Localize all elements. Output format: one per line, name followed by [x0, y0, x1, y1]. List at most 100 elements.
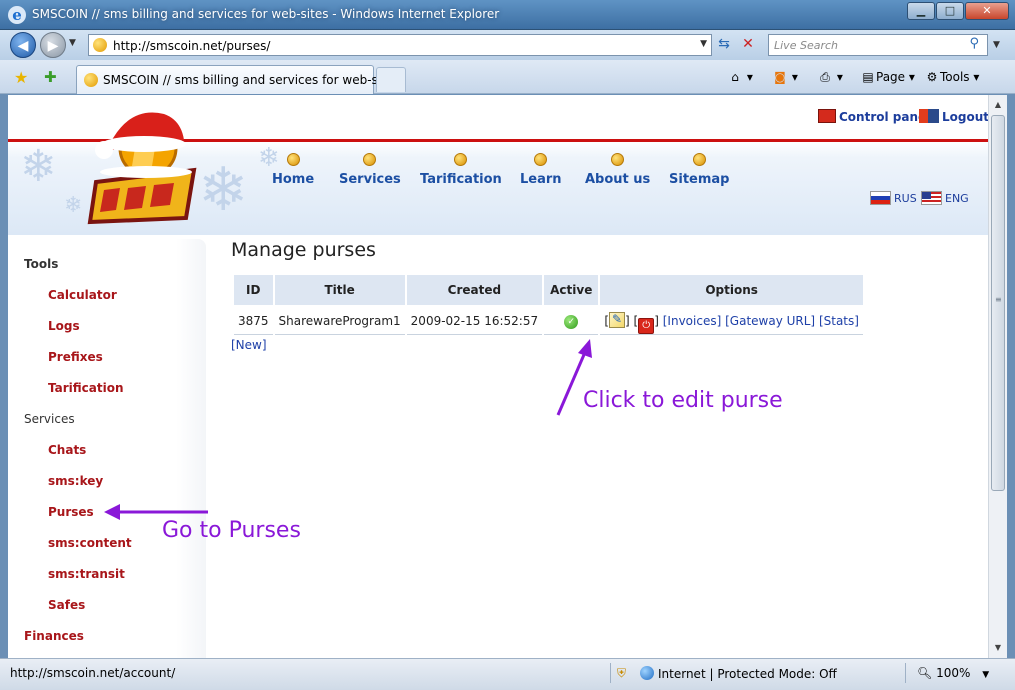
feeds-button[interactable]: ◙ ▾ — [772, 70, 798, 84]
nav-sitemap[interactable]: Sitemap — [669, 153, 729, 187]
nav-home[interactable]: Home — [272, 153, 314, 187]
tab-favicon-icon — [84, 73, 98, 87]
sidebar-item-tarification[interactable]: Tarification — [48, 381, 124, 395]
home-button[interactable]: ⌂ ▾ — [727, 70, 753, 84]
invoices-link[interactable]: [Invoices] — [663, 314, 722, 328]
sidebar-section-services: Services — [24, 412, 75, 426]
forward-button[interactable]: ▶ — [40, 32, 66, 58]
laptop-icon — [818, 109, 836, 123]
favorites-star-icon[interactable]: ★ — [14, 68, 28, 87]
edit-purse-icon[interactable] — [609, 311, 626, 328]
column-header-created: Created — [406, 275, 543, 305]
sidebar-item-calculator[interactable]: Calculator — [48, 288, 117, 302]
print-button[interactable]: ⎙ ▾ — [817, 70, 843, 85]
tab-label: SMSCOIN // sms billing and services for … — [103, 73, 400, 87]
zoom-level: 100% — [936, 666, 971, 680]
address-dropdown-icon[interactable]: ▼ — [700, 39, 707, 49]
coin-icon — [454, 153, 468, 166]
snowflake-decoration-icon: ❄ — [20, 141, 57, 192]
search-options-dropdown-icon[interactable]: ▼ — [993, 40, 1000, 50]
bracket-close: ] — [625, 313, 630, 328]
logout-label: Logout — [942, 110, 988, 124]
tools-menu-label: Tools — [940, 70, 970, 84]
nav-services[interactable]: Services — [339, 153, 401, 187]
nav-services-label: Services — [339, 172, 401, 187]
sidebar-item-sms-content[interactable]: sms:content — [48, 536, 132, 550]
tab-smscoin[interactable]: SMSCOIN // sms billing and services for … — [76, 65, 399, 94]
status-url: http://smscoin.net/account/ — [10, 666, 176, 680]
tools-menu[interactable]: ⚙ Tools ▾ — [924, 70, 980, 84]
maximize-button[interactable]: □ — [936, 2, 964, 20]
gear-icon: ⚙ — [926, 70, 938, 84]
window-titlebar: e SMSCOIN // sms billing and services fo… — [0, 0, 1015, 30]
disable-purse-icon[interactable]: ⏻ — [638, 317, 655, 334]
close-button[interactable]: ✕ — [965, 2, 1009, 20]
printer-icon: ⎙ — [820, 70, 830, 84]
russian-flag-icon — [870, 191, 891, 205]
minimize-button[interactable]: ▁ — [907, 2, 935, 20]
address-bar[interactable]: http://smscoin.net/purses/ ▼ — [88, 34, 712, 56]
gateway-url-link[interactable]: [Gateway URL] — [725, 314, 815, 328]
sidebar-item-chats[interactable]: Chats — [48, 443, 86, 457]
search-box[interactable]: Live Search ⚲ — [768, 34, 988, 56]
scroll-down-arrow-icon[interactable]: ▼ — [989, 640, 1007, 656]
search-icon[interactable]: ⚲ — [969, 36, 979, 51]
snowflake-decoration-icon: ❄ — [64, 193, 83, 218]
scroll-thumb[interactable]: ≡ — [991, 115, 1005, 491]
navigation-bar: ◀ ▶ ▼ http://smscoin.net/purses/ ▼ ⇆ ✕ L… — [0, 30, 1015, 60]
logout-link[interactable]: Logout — [919, 109, 988, 124]
nav-about-us[interactable]: About us — [585, 153, 650, 187]
smscoin-logo[interactable] — [86, 100, 206, 225]
sidebar-item-sms-key[interactable]: sms:key — [48, 474, 103, 488]
nav-tarification[interactable]: Tarification — [420, 153, 502, 187]
refresh-button[interactable]: ⇆ — [714, 36, 734, 54]
zoom-icon: 🔍︎ — [917, 666, 933, 680]
ie-logo-icon: e — [8, 6, 26, 24]
new-purse-link[interactable]: [New] — [231, 338, 267, 352]
stats-link[interactable]: [Stats] — [819, 314, 859, 328]
coin-icon — [363, 153, 377, 166]
page-viewport: ❄ ❄ ❄ ❄ Control panel Logout Home Servic… — [8, 95, 988, 658]
back-button[interactable]: ◀ — [10, 32, 36, 58]
zoom-dropdown-icon[interactable]: ▼ — [982, 670, 989, 680]
new-tab-button[interactable] — [376, 67, 406, 92]
cell-options: [] [⏻] [Invoices] [Gateway URL] [Stats] — [600, 307, 863, 335]
sidebar-item-purses[interactable]: Purses — [48, 505, 94, 519]
recent-pages-dropdown-icon[interactable]: ▼ — [69, 38, 76, 48]
us-flag-icon — [921, 191, 942, 205]
scroll-up-arrow-icon[interactable]: ▲ — [989, 97, 1007, 113]
sidebar-section-finances[interactable]: Finances — [24, 629, 84, 643]
stop-button[interactable]: ✕ — [738, 36, 758, 54]
lang-eng[interactable]: ENG — [921, 191, 969, 205]
page-icon: ▤ — [862, 70, 874, 84]
page-menu[interactable]: ▤ Page ▾ — [860, 70, 915, 84]
security-zone[interactable]: Internet | Protected Mode: Off — [640, 666, 837, 681]
active-check-icon: ✓ — [564, 314, 579, 329]
address-url[interactable]: http://smscoin.net/purses/ — [113, 39, 270, 53]
lang-eng-label: ENG — [945, 192, 969, 205]
status-divider — [905, 663, 906, 683]
nav-about-us-label: About us — [585, 172, 651, 187]
lang-rus[interactable]: RUS — [870, 191, 917, 205]
cell-active: ✓ — [544, 307, 599, 335]
nav-learn[interactable]: Learn — [520, 153, 562, 187]
column-header-id: ID — [234, 275, 273, 305]
nav-sitemap-label: Sitemap — [669, 172, 730, 187]
control-panel-link[interactable]: Control panel — [818, 109, 930, 124]
home-icon: ⌂ — [731, 70, 739, 84]
annotation-go-to-purses: Go to Purses — [162, 518, 301, 543]
sidebar-item-safes[interactable]: Safes — [48, 598, 85, 612]
coin-icon — [692, 153, 706, 166]
add-favorites-icon[interactable]: ✚ — [44, 68, 57, 86]
protected-mode-shield-icon: ⛨ — [617, 666, 627, 680]
security-zone-label: Internet | Protected Mode: Off — [658, 667, 837, 681]
logout-icon — [919, 109, 939, 123]
zoom-control[interactable]: 🔍︎ 100% ▼ — [917, 666, 989, 680]
sidebar-item-sms-transit[interactable]: sms:transit — [48, 567, 125, 581]
sidebar-item-logs[interactable]: Logs — [48, 319, 80, 333]
column-header-active: Active — [544, 275, 599, 305]
table-header-row: ID Title Created Active Options — [234, 275, 863, 305]
vertical-scrollbar[interactable]: ▲ ≡ ▼ — [988, 95, 1007, 658]
site-favicon-icon — [93, 38, 107, 52]
sidebar-item-prefixes[interactable]: Prefixes — [48, 350, 103, 364]
